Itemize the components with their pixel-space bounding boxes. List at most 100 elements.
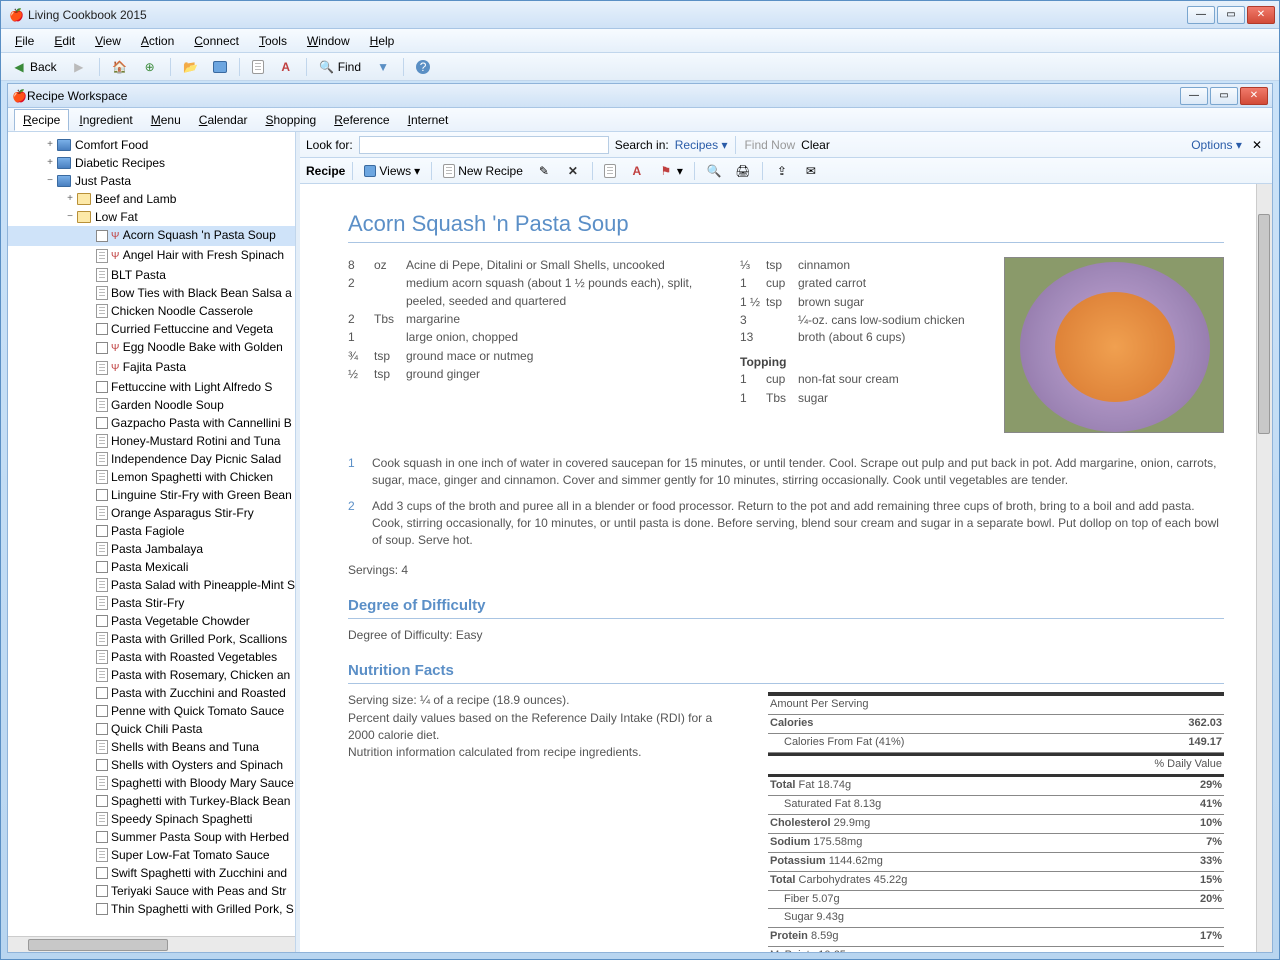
tab-calendar[interactable]: Calendar [191,110,256,130]
menu-help[interactable]: Help [362,32,403,50]
vscroll-thumb[interactable] [1258,214,1270,434]
tree-recipe[interactable]: Penne with Quick Tomato Sauce [8,702,295,720]
edit-button[interactable]: ✎ [532,161,556,181]
home-button[interactable]: 🏠 [108,57,132,77]
menu-action[interactable]: Action [133,32,182,50]
font-button-2[interactable]: A [625,161,649,181]
tree-node[interactable]: +Beef and Lamb [8,190,295,208]
tree-recipe[interactable]: Summer Pasta Soup with Herbed [8,828,295,846]
menu-window[interactable]: Window [299,32,358,50]
ws-close-button[interactable]: ✕ [1240,87,1268,105]
tree-recipe[interactable]: Speedy Spinach Spaghetti [8,810,295,828]
tree-recipe[interactable]: Orange Asparagus Stir-Fry [8,504,295,522]
tab-reference[interactable]: Reference [326,110,397,130]
preview-button[interactable]: 🔍 [702,161,726,181]
tree-recipe[interactable]: Spaghetti with Turkey-Black Bean [8,792,295,810]
searchin-dropdown[interactable]: Recipes ▾ [675,138,728,152]
tree-recipe[interactable]: Teriyaki Sauce with Peas and Str [8,882,295,900]
tree-recipe[interactable]: Bow Ties with Black Bean Salsa a [8,284,295,302]
tree-recipe[interactable]: Gazpacho Pasta with Cannellini B [8,414,295,432]
tree-node[interactable]: −Low Fat [8,208,295,226]
menu-edit[interactable]: Edit [46,32,83,50]
menu-tools[interactable]: Tools [251,32,295,50]
tree-node[interactable]: −Just Pasta [8,172,295,190]
tree-recipe[interactable]: Super Low-Fat Tomato Sauce [8,846,295,864]
tree-scroll[interactable]: +Comfort Food+Diabetic Recipes−Just Past… [8,132,295,936]
tree-recipe[interactable]: Spaghetti with Bloody Mary Sauce [8,774,295,792]
close-button[interactable]: ✕ [1247,6,1275,24]
delete-button[interactable]: ✕ [561,161,585,181]
tab-recipe[interactable]: Recipe [14,109,69,131]
menu-file[interactable]: File [7,32,42,50]
recipe-content[interactable]: Acorn Squash 'n Pasta Soup 8ozAcine di P… [300,184,1272,952]
tree-recipe[interactable]: Pasta Stir-Fry [8,594,295,612]
print-button[interactable]: 🖨 [731,161,755,181]
tree-recipe[interactable]: Independence Day Picnic Salad [8,450,295,468]
tree-recipe[interactable]: Ψ Angel Hair with Fresh Spinach [8,246,295,266]
window-button[interactable] [209,59,231,75]
tree-recipe[interactable]: Chicken Noodle Casserole [8,302,295,320]
tree-recipe[interactable]: Pasta Vegetable Chowder [8,612,295,630]
tree-recipe[interactable]: Pasta Salad with Pineapple-Mint S [8,576,295,594]
content-vscrollbar[interactable] [1256,184,1272,952]
add-button[interactable]: ⊕ [138,57,162,77]
menu-connect[interactable]: Connect [186,32,247,50]
tree-recipe[interactable]: Pasta with Roasted Vegetables [8,648,295,666]
new-recipe-button[interactable]: New Recipe [439,162,527,180]
tree-recipe[interactable]: Pasta Mexicali [8,558,295,576]
tree-recipe[interactable]: Garden Noodle Soup [8,396,295,414]
tree-recipe[interactable]: Pasta Fagiole [8,522,295,540]
tree-recipe[interactable]: Pasta with Zucchini and Roasted [8,684,295,702]
mail-button[interactable]: ✉ [799,161,823,181]
tree-node[interactable]: +Diabetic Recipes [8,154,295,172]
tree-recipe[interactable]: Linguine Stir-Fry with Green Bean [8,486,295,504]
tree-recipe[interactable]: Ψ Egg Noodle Bake with Golden [8,338,295,358]
minimize-button[interactable]: — [1187,6,1215,24]
tree-recipe[interactable]: BLT Pasta [8,266,295,284]
tree-recipe[interactable]: Ψ Fajita Pasta [8,358,295,378]
maximize-button[interactable]: ▭ [1217,6,1245,24]
tree-hscroll-thumb[interactable] [28,939,168,951]
tree-recipe[interactable]: Curried Fettuccine and Vegeta [8,320,295,338]
find-button[interactable]: 🔍Find [315,57,365,77]
doc-button-2[interactable] [600,162,620,180]
tree-recipe[interactable]: Pasta with Rosemary, Chicken an [8,666,295,684]
workspace-body: +Comfort Food+Diabetic Recipes−Just Past… [8,132,1272,952]
views-dropdown[interactable]: Views ▾ [360,162,424,180]
menu-view[interactable]: View [87,32,129,50]
tree-recipe[interactable]: Shells with Beans and Tuna [8,738,295,756]
tree-recipe[interactable]: Pasta with Grilled Pork, Scallions [8,630,295,648]
tree-recipe[interactable]: Ψ Acorn Squash 'n Pasta Soup [8,226,295,246]
tab-menu[interactable]: Menu [143,110,189,130]
tree-recipe[interactable]: Swift Spaghetti with Zucchini and [8,864,295,882]
tree-recipe[interactable]: Thin Spaghetti with Grilled Pork, S [8,900,295,918]
tab-ingredient[interactable]: Ingredient [71,110,140,130]
tab-shopping[interactable]: Shopping [257,110,324,130]
forward-button[interactable]: ▶ [67,57,91,77]
ws-minimize-button[interactable]: — [1180,87,1208,105]
findnow-button[interactable]: Find Now [744,138,795,152]
ws-maximize-button[interactable]: ▭ [1210,87,1238,105]
tab-internet[interactable]: Internet [400,110,457,130]
help-button[interactable]: ? [412,58,434,76]
clear-button[interactable]: Clear [801,138,830,152]
nutrition-notes: Serving size: ¼ of a recipe (18.9 ounces… [348,692,738,952]
export-button[interactable]: ⇪ [770,161,794,181]
tree-node[interactable]: +Comfort Food [8,136,295,154]
lookfor-input[interactable] [359,136,609,154]
tree-recipe[interactable]: Pasta Jambalaya [8,540,295,558]
doc-button[interactable] [248,58,268,76]
font-button[interactable]: A [274,57,298,77]
back-button[interactable]: ◀Back [7,57,61,77]
tree-recipe[interactable]: Lemon Spaghetti with Chicken [8,468,295,486]
filter-button[interactable]: ▼ [371,57,395,77]
tree-recipe[interactable]: Honey-Mustard Rotini and Tuna [8,432,295,450]
flag-dropdown[interactable]: ⚑▾ [654,161,687,181]
tree-recipe[interactable]: Shells with Oysters and Spinach [8,756,295,774]
close-search-icon[interactable]: ✕ [1248,138,1266,152]
tree-recipe[interactable]: Quick Chili Pasta [8,720,295,738]
tree-recipe[interactable]: Fettuccine with Light Alfredo S [8,378,295,396]
options-dropdown[interactable]: Options ▾ [1191,138,1242,152]
open-button[interactable]: 📂 [179,57,203,77]
tree-hscrollbar[interactable] [8,936,295,952]
